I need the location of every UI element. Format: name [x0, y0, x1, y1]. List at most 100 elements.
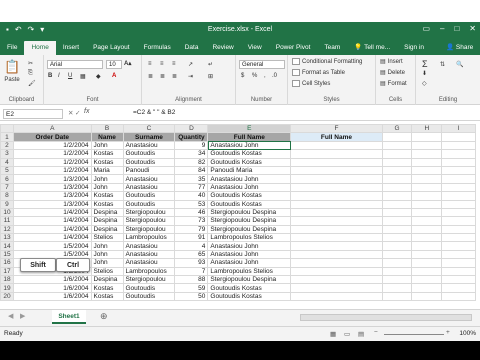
column-header-e[interactable]: E: [207, 124, 292, 134]
cell-order-date[interactable]: 1/2/2004: [12, 157, 92, 167]
align-center-icon[interactable]: ≣: [160, 73, 165, 80]
cell[interactable]: [441, 199, 476, 209]
fill-color-icon[interactable]: ◆: [96, 73, 101, 80]
cell[interactable]: [411, 157, 443, 167]
cell[interactable]: [411, 275, 443, 285]
tab-insert[interactable]: Insert: [56, 41, 86, 55]
row-header[interactable]: 14: [0, 241, 14, 251]
column-header-a[interactable]: A: [12, 124, 92, 134]
cell[interactable]: [381, 199, 413, 209]
copy-icon[interactable]: ⎘: [28, 70, 33, 77]
align-right-icon[interactable]: ≣: [172, 73, 177, 80]
cell-full-name[interactable]: Goutoudis Kostas: [207, 149, 292, 159]
font-size-combo[interactable]: 10: [106, 60, 122, 69]
cell[interactable]: [441, 182, 476, 193]
normal-view-icon[interactable]: ▦: [330, 330, 336, 338]
cell-full-name[interactable]: Goutoudis Kostas: [207, 191, 292, 201]
cell[interactable]: [381, 291, 413, 302]
cell-name[interactable]: Despina: [90, 224, 124, 235]
cell[interactable]: [441, 149, 476, 159]
cell[interactable]: [441, 266, 476, 277]
cell-name[interactable]: John: [90, 249, 124, 260]
cell[interactable]: [381, 174, 413, 184]
cell-quantity[interactable]: 77: [174, 182, 209, 193]
cell-quantity[interactable]: 93: [174, 258, 209, 268]
cell-f[interactable]: [290, 191, 383, 201]
cell-name[interactable]: Kostas: [90, 157, 124, 167]
cell-name[interactable]: John: [90, 174, 124, 184]
cell-f[interactable]: [290, 233, 383, 243]
borders-icon[interactable]: ▦: [80, 73, 86, 80]
cell-surname[interactable]: Stergiopoulou: [122, 275, 176, 285]
cell-full-name[interactable]: Lambropoulos Stelios: [207, 266, 292, 277]
cell-surname[interactable]: Anastasiou: [122, 174, 176, 184]
cancel-icon[interactable]: ✕: [68, 109, 73, 117]
cell-f[interactable]: [290, 249, 383, 260]
column-header-c[interactable]: C: [122, 124, 176, 134]
cell-f[interactable]: [290, 174, 383, 184]
cell[interactable]: [411, 258, 443, 268]
select-all-corner[interactable]: [0, 124, 14, 134]
cell[interactable]: [441, 291, 476, 302]
row-header[interactable]: 17: [0, 266, 14, 277]
row-header[interactable]: 4: [0, 157, 14, 167]
cell-f[interactable]: [290, 157, 383, 167]
cell[interactable]: [381, 241, 413, 251]
cell[interactable]: [441, 224, 476, 235]
cell-surname[interactable]: Goutoudis: [122, 283, 176, 293]
cell[interactable]: [441, 165, 476, 176]
cell[interactable]: [411, 216, 443, 226]
cell[interactable]: [411, 182, 443, 193]
cell[interactable]: [411, 224, 443, 235]
minimize-icon[interactable]: –: [440, 24, 444, 33]
cell-quantity[interactable]: 40: [174, 191, 209, 201]
cell[interactable]: [381, 275, 413, 285]
cell-order-date[interactable]: 1/3/2004: [12, 199, 92, 209]
insert-function-icon[interactable]: fx: [84, 108, 89, 115]
page-break-icon[interactable]: ▤: [358, 330, 364, 338]
cell-name[interactable]: Despina: [90, 275, 124, 285]
cell[interactable]: [441, 207, 476, 218]
cell-order-date[interactable]: 1/4/2004: [12, 224, 92, 235]
cell-quantity[interactable]: 65: [174, 249, 209, 260]
cell[interactable]: [381, 140, 413, 151]
cell-quantity[interactable]: 46: [174, 207, 209, 218]
cell-quantity[interactable]: 91: [174, 233, 209, 243]
cell[interactable]: [411, 207, 443, 218]
cell-name[interactable]: Kostas: [90, 283, 124, 293]
row-header[interactable]: 7: [0, 182, 14, 193]
cell[interactable]: [381, 207, 413, 218]
cell[interactable]: [411, 266, 443, 277]
tab-formulas[interactable]: Formulas: [137, 41, 178, 55]
cell[interactable]: [381, 191, 413, 201]
cell-name[interactable]: John: [90, 241, 124, 251]
cell[interactable]: [381, 157, 413, 167]
cell-full-name[interactable]: Panoudi Maria: [207, 165, 292, 176]
cell-surname[interactable]: Goutoudis: [122, 199, 176, 209]
cell-surname[interactable]: Goutoudis: [122, 149, 176, 159]
cell-f[interactable]: [290, 283, 383, 293]
cell[interactable]: [441, 191, 476, 201]
page-layout-icon[interactable]: ▭: [344, 330, 350, 338]
conditional-formatting-button[interactable]: Conditional Formatting: [292, 58, 362, 65]
cell[interactable]: [411, 149, 443, 159]
bold-icon[interactable]: B: [48, 73, 52, 79]
cell-name[interactable]: Maria: [90, 165, 124, 176]
tell-me-box[interactable]: 💡 Tell me...: [347, 41, 397, 55]
ribbon-display-icon[interactable]: ▭: [422, 24, 430, 33]
cell-f[interactable]: [290, 266, 383, 277]
row-header[interactable]: 8: [0, 191, 14, 201]
cell-full-name[interactable]: Anastasiou John: [207, 174, 292, 184]
align-middle-icon[interactable]: ≡: [160, 61, 164, 67]
cell-name[interactable]: Kostas: [90, 199, 124, 209]
format-painter-icon[interactable]: 🖌: [28, 80, 36, 87]
next-sheet-icon[interactable]: ▶: [20, 312, 25, 320]
indent-icon[interactable]: ⇥: [188, 73, 193, 80]
cell-quantity[interactable]: 50: [174, 291, 209, 302]
italic-icon[interactable]: I: [58, 73, 60, 79]
cell[interactable]: [441, 132, 476, 142]
row-header[interactable]: 16: [0, 258, 14, 268]
tab-file[interactable]: File: [0, 41, 24, 55]
align-left-icon[interactable]: ≣: [148, 73, 153, 80]
cell[interactable]: [381, 224, 413, 235]
